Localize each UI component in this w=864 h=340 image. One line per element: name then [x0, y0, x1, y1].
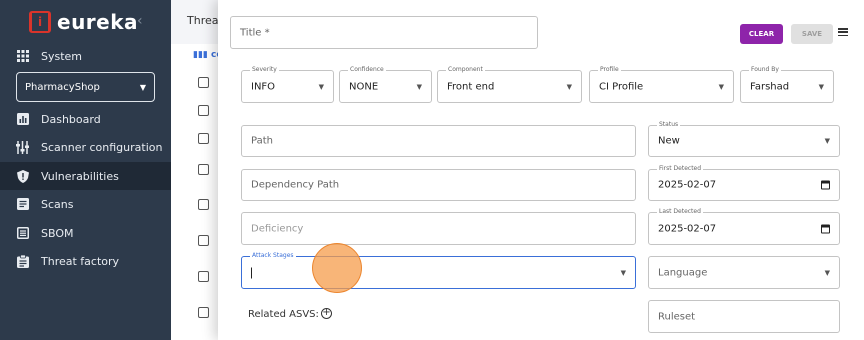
language-select[interactable]: Language ▼ — [648, 256, 840, 289]
bar-chart-icon — [16, 113, 29, 126]
language-placeholder: Language — [658, 267, 708, 278]
sliders-icon — [16, 140, 29, 154]
sidebar-item-scanner-configuration[interactable]: Scanner configuration — [0, 133, 171, 161]
project-select[interactable]: PharmacyShop ▼ — [16, 72, 155, 102]
deficiency-placeholder: Deficiency — [251, 223, 304, 234]
chevron-down-icon: ▼ — [318, 82, 324, 91]
profile-select[interactable]: Profile CI Profile ▼ — [589, 66, 734, 103]
calendar-icon[interactable] — [821, 224, 830, 233]
profile-label: Profile — [598, 66, 621, 73]
row-checkbox[interactable] — [198, 133, 209, 144]
sidebar-item-label: Vulnerabilities — [41, 169, 119, 183]
row-checkbox[interactable] — [198, 235, 209, 246]
title-field[interactable]: Title * — [230, 16, 538, 49]
found-by-value: Farshad — [750, 81, 790, 92]
severity-value: INFO — [251, 81, 276, 92]
first-detected-date[interactable]: First Detected 2025-02-07 — [648, 165, 840, 201]
chevron-down-icon: ▼ — [620, 268, 626, 277]
app-logo[interactable]: i eureka — [29, 10, 138, 34]
status-select[interactable]: Status New ▼ — [648, 121, 840, 157]
chevron-down-icon: ▼ — [139, 82, 146, 92]
sidebar-item-dashboard[interactable]: Dashboard — [0, 105, 171, 133]
severity-label: Severity — [250, 66, 279, 73]
text-cursor — [251, 267, 252, 278]
chevron-down-icon: ▼ — [416, 82, 422, 91]
found-by-select[interactable]: Found By Farshad ▼ — [740, 66, 834, 103]
sidebar-item-label: Scans — [41, 197, 74, 211]
last-detected-date[interactable]: Last Detected 2025-02-07 — [648, 208, 840, 245]
sidebar-item-label: Threat factory — [41, 254, 120, 268]
calendar-icon[interactable] — [821, 180, 830, 190]
status-value: New — [658, 135, 680, 147]
sidebar-item-label: SBOM — [41, 226, 74, 240]
first-detected-value: 2025-02-07 — [658, 179, 717, 191]
clipboard-icon — [16, 254, 29, 268]
sidebar-item-label: Dashboard — [41, 112, 101, 126]
touch-indicator — [312, 243, 362, 293]
shield-icon — [16, 169, 29, 183]
collapse-sidebar-icon[interactable]: ‹ — [137, 13, 143, 29]
status-label: Status — [657, 121, 681, 128]
grid-icon — [16, 50, 29, 63]
clear-button[interactable]: CLEAR — [740, 24, 783, 44]
sidebar-item-label: System — [41, 49, 83, 63]
last-detected-value: 2025-02-07 — [658, 223, 717, 234]
confidence-label: Confidence — [348, 66, 386, 73]
confidence-select[interactable]: Confidence NONE ▼ — [339, 66, 432, 103]
row-checkbox[interactable] — [198, 307, 209, 318]
sidebar-item-label: Scanner configuration — [41, 140, 163, 154]
row-checkbox[interactable] — [198, 271, 209, 282]
component-value: Front end — [447, 81, 495, 92]
logo-mark: i — [29, 11, 51, 33]
component-select[interactable]: Component Front end ▼ — [437, 66, 582, 103]
dependency-path-placeholder: Dependency Path — [251, 179, 340, 191]
menu-icon[interactable] — [838, 28, 848, 36]
confidence-value: NONE — [349, 81, 379, 92]
chevron-down-icon: ▼ — [824, 268, 830, 277]
list-box-icon — [16, 227, 29, 240]
chevron-down-icon: ▼ — [566, 82, 572, 91]
row-checkbox[interactable] — [198, 199, 209, 210]
path-placeholder: Path — [251, 135, 273, 147]
add-circle-icon[interactable]: + — [321, 308, 332, 319]
path-field[interactable]: Path — [241, 125, 636, 157]
attack-stages-label: Attack Stages — [250, 252, 296, 259]
dependency-path-field[interactable]: Dependency Path — [241, 169, 636, 201]
profile-value: CI Profile — [599, 81, 644, 92]
deficiency-field[interactable]: Deficiency — [241, 212, 636, 245]
last-detected-label: Last Detected — [657, 208, 703, 215]
save-button[interactable]: SAVE — [791, 24, 833, 44]
sidebar-item-threat-factory[interactable]: Threat factory — [0, 247, 171, 275]
sidebar-item-scans[interactable]: Scans — [0, 190, 171, 218]
logo-text: eureka — [57, 10, 139, 34]
severity-select[interactable]: Severity INFO ▼ — [241, 66, 334, 103]
project-select-value: PharmacyShop — [25, 81, 100, 93]
row-checkbox[interactable] — [198, 164, 209, 175]
row-checkbox[interactable] — [198, 77, 209, 88]
attack-stages-select[interactable]: Attack Stages ▼ — [241, 252, 636, 289]
sidebar: i eureka ‹ System PharmacyShop ▼ Dashboa… — [0, 0, 171, 340]
related-asvs-label: Related ASVS: — [248, 309, 319, 320]
document-icon — [16, 198, 29, 211]
chevron-down-icon: ▼ — [824, 137, 830, 145]
ruleset-placeholder: Ruleset — [658, 311, 696, 322]
sidebar-item-vulnerabilities[interactable]: Vulnerabilities — [0, 162, 171, 190]
title-placeholder: Title * — [240, 27, 270, 38]
sidebar-item-sbom[interactable]: SBOM — [0, 219, 171, 247]
found-by-label: Found By — [749, 66, 781, 73]
sidebar-item-system[interactable]: System — [0, 42, 171, 70]
component-label: Component — [446, 66, 485, 73]
chevron-down-icon: ▼ — [718, 82, 724, 91]
row-checkbox[interactable] — [198, 105, 209, 116]
chevron-down-icon: ▼ — [818, 82, 824, 91]
ruleset-field[interactable]: Ruleset — [648, 300, 840, 333]
first-detected-label: First Detected — [657, 165, 704, 172]
new-vulnerability-dialog: Title * CLEAR SAVE Severity INFO ▼ Confi… — [218, 0, 864, 340]
